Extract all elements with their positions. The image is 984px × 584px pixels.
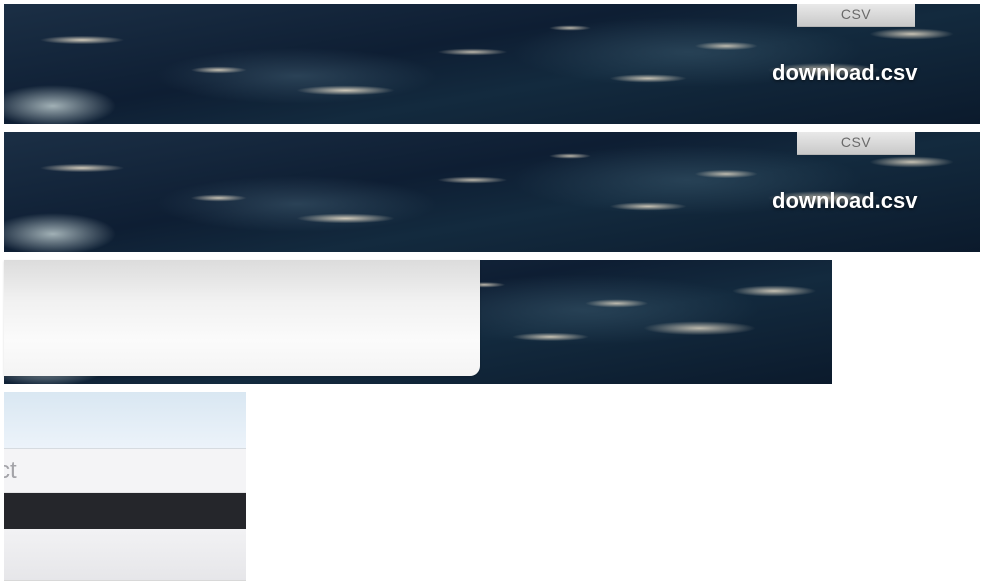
csv-file-icon: CSV [797, 4, 915, 27]
csv-file-icon: CSV [797, 132, 915, 155]
dark-toolbar [4, 493, 246, 529]
cropped-window: ct [4, 392, 246, 581]
window-header [4, 392, 246, 449]
download-row-2[interactable]: CSV download.csv [4, 132, 980, 252]
partial-text-row: ct [4, 449, 246, 493]
overlay-panel [4, 260, 480, 376]
download-filename-label[interactable]: download.csv [772, 188, 917, 214]
download-filename-label[interactable]: download.csv [772, 60, 917, 86]
download-row-1[interactable]: CSV download.csv [4, 4, 980, 124]
window-footer [4, 529, 246, 580]
